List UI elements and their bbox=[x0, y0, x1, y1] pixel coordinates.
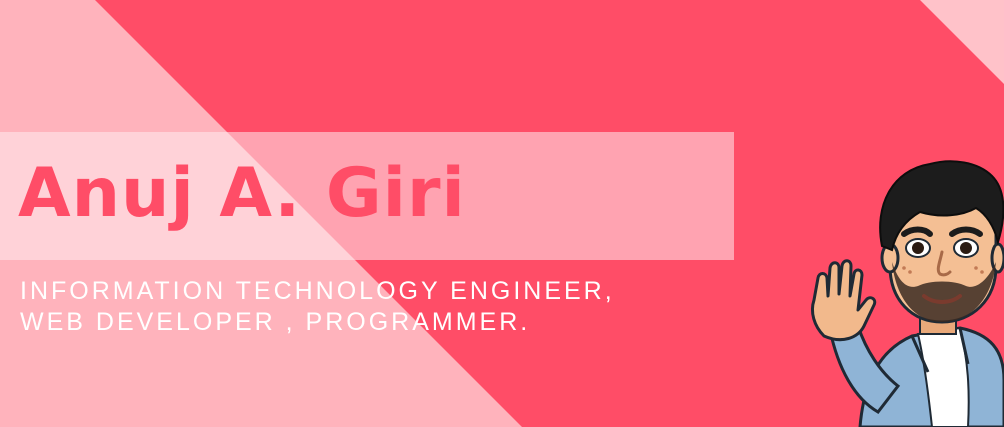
subtitle-line-1: INFORMATION TECHNOLOGY ENGINEER, bbox=[20, 277, 615, 305]
freckle bbox=[980, 270, 984, 274]
freckle bbox=[908, 270, 912, 274]
subtitle-line-2: WEB DEVELOPER , PROGRAMMER. bbox=[20, 308, 531, 336]
waving-avatar-icon bbox=[810, 160, 1004, 427]
top-right-light-triangle bbox=[920, 0, 1004, 84]
freckle bbox=[902, 266, 906, 270]
waving-hand bbox=[810, 259, 877, 342]
profile-banner: Anuj A. Giri INFORMATION TECHNOLOGY ENGI… bbox=[0, 0, 1004, 427]
freckle bbox=[974, 266, 978, 270]
profile-subtitle: INFORMATION TECHNOLOGY ENGINEER, WEB DEV… bbox=[20, 276, 615, 338]
profile-name: Anuj A. Giri bbox=[18, 154, 466, 233]
left-pupil bbox=[912, 242, 924, 254]
right-pupil bbox=[960, 242, 972, 254]
